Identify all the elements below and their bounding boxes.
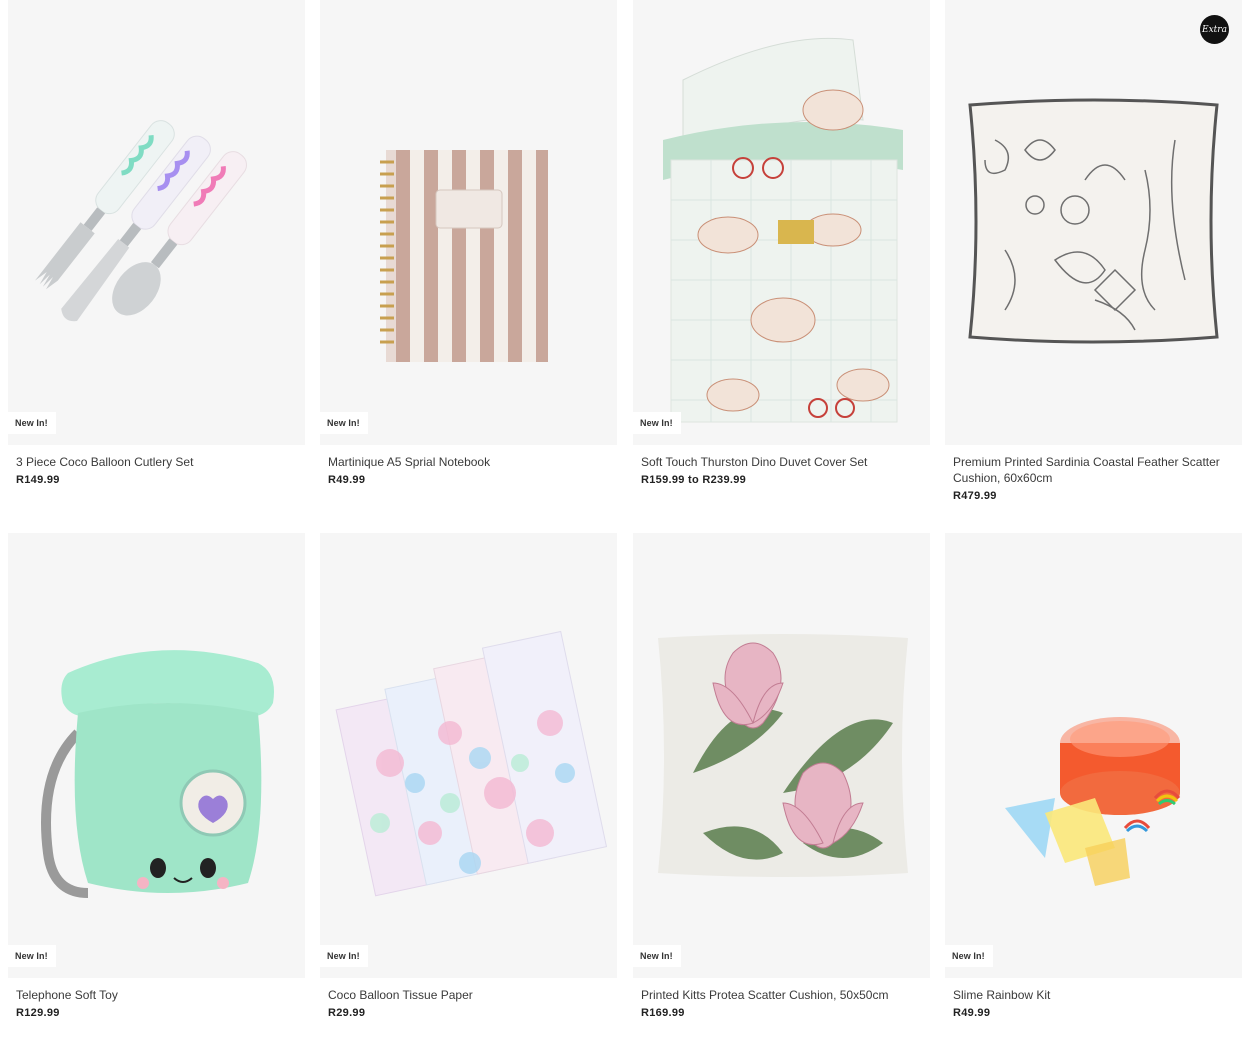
tissue-paper-image <box>335 630 608 897</box>
coastal-cushion-image <box>968 98 1219 344</box>
new-in-badge: New In! <box>320 945 368 967</box>
product-price: R49.99 <box>953 1007 991 1019</box>
product-image[interactable]: New In! <box>320 0 617 445</box>
product-card[interactable]: New In! 3 Piece Coco Balloon Cutlery Set… <box>8 0 305 486</box>
product-price: R129.99 <box>16 1007 60 1019</box>
product-image[interactable]: New In! <box>8 533 305 978</box>
new-in-badge: New In! <box>633 412 681 434</box>
protea-cushion-image <box>658 634 908 877</box>
product-card[interactable]: New In! Printed Kitts Protea Scatter Cus… <box>633 533 930 1019</box>
new-in-badge: New In! <box>8 945 56 967</box>
product-card[interactable]: New In! Telephone Soft Toy R129.99 <box>8 533 305 1019</box>
product-price: R479.99 <box>953 490 997 502</box>
product-image[interactable]: New In! <box>945 533 1242 978</box>
product-price: R49.99 <box>328 474 366 486</box>
brand-logo: Extra <box>1200 15 1229 44</box>
notebook-image <box>380 150 548 362</box>
product-name[interactable]: 3 Piece Coco Balloon Cutlery Set <box>16 454 286 470</box>
product-card[interactable]: New In! Soft Touch Thurston Dino Duvet C… <box>633 0 930 486</box>
product-card[interactable]: New In! Coco Balloon Tissue Paper R29.99 <box>320 533 617 1019</box>
product-image[interactable]: New In! <box>633 533 930 978</box>
product-name[interactable]: Slime Rainbow Kit <box>953 987 1223 1003</box>
product-name[interactable]: Soft Touch Thurston Dino Duvet Cover Set <box>641 454 911 470</box>
product-image[interactable]: New In! <box>320 533 617 978</box>
product-price: R159.99 to R239.99 <box>641 474 747 486</box>
new-in-badge: New In! <box>633 945 681 967</box>
slime-kit-image <box>1005 717 1181 886</box>
duvet-cover-image <box>663 37 903 423</box>
product-name[interactable]: Martinique A5 Sprial Notebook <box>328 454 598 470</box>
product-card[interactable]: New In! Martinique A5 Sprial Notebook R4… <box>320 0 617 486</box>
product-image[interactable]: New In! <box>633 0 930 445</box>
product-image[interactable]: New In! <box>8 0 305 445</box>
product-card[interactable]: New In! Slime Rainbow Kit R49.99 <box>945 533 1242 1019</box>
telephone-toy-image <box>41 650 275 898</box>
product-image[interactable]: Extra <box>945 0 1242 445</box>
product-name[interactable]: Premium Printed Sardinia Coastal Feather… <box>953 454 1223 486</box>
product-name[interactable]: Telephone Soft Toy <box>16 987 286 1003</box>
product-name[interactable]: Printed Kitts Protea Scatter Cushion, 50… <box>641 987 911 1003</box>
new-in-badge: New In! <box>320 412 368 434</box>
product-price: R29.99 <box>328 1007 366 1019</box>
product-price: R149.99 <box>16 474 60 486</box>
product-card[interactable]: Extra Premium Printed Sardinia Coastal F… <box>945 0 1242 502</box>
new-in-badge: New In! <box>945 945 993 967</box>
cutlery-set-image <box>34 120 247 322</box>
product-price: R169.99 <box>641 1007 685 1019</box>
new-in-badge: New In! <box>8 412 56 434</box>
product-name[interactable]: Coco Balloon Tissue Paper <box>328 987 598 1003</box>
